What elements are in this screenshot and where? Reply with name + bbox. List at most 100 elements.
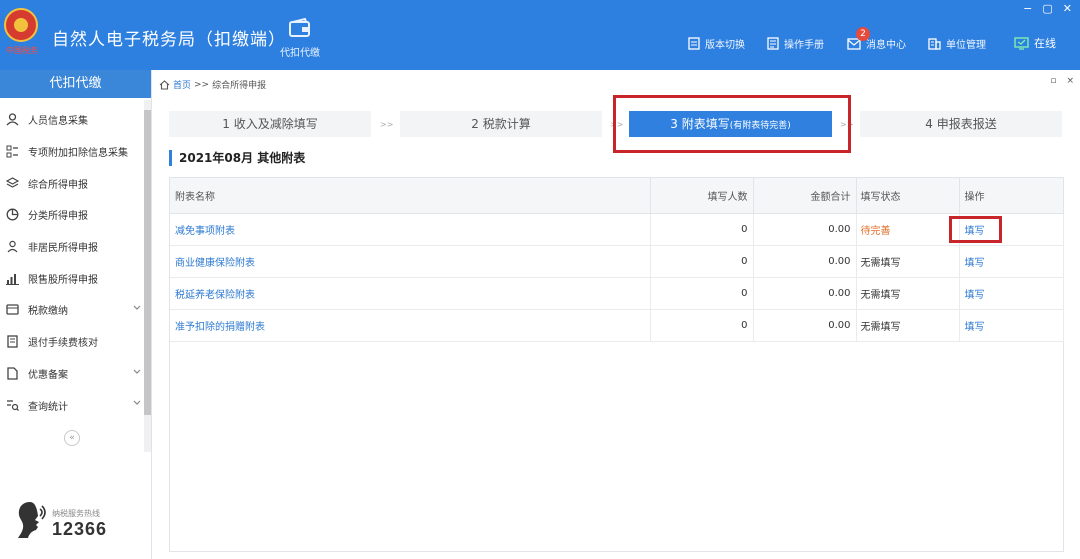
sidebar-item-label: 税款缴纳 (28, 306, 68, 318)
highlight-box-fill (949, 216, 1002, 243)
scrollbar-thumb[interactable] (144, 110, 151, 415)
hotline: 纳税服务热线 12366 (14, 500, 107, 540)
sidebar-item-label: 分类所得申报 (28, 211, 88, 223)
manual-icon (767, 37, 779, 50)
amount-total: 0.00 (753, 213, 857, 246)
step-label: 4 申报表报送 (925, 117, 997, 131)
fill-status: 无需填写 (856, 277, 960, 310)
attachment-name[interactable]: 准予扣除的捐赠附表 (170, 309, 651, 342)
sidebar-item-label: 限售股所得申报 (28, 274, 98, 286)
breadcrumb-home-link[interactable]: 首页 (173, 78, 191, 91)
sidebar-item-preferential-filing[interactable]: 优惠备案 (0, 358, 151, 390)
fill-count: 0 (650, 277, 754, 310)
breadcrumb-separator: >> (194, 79, 210, 90)
sidebar-item-label: 退付手续费核对 (28, 338, 98, 350)
table-row: 税延养老保险附表 0 0.00 无需填写 填写 (170, 277, 1064, 310)
sidebar-item-label: 综合所得申报 (28, 179, 88, 191)
collapse-sidebar-button[interactable]: « (64, 430, 80, 446)
version-switch-button[interactable]: 版本切换 (688, 36, 745, 51)
emblem-caption: 中国税务 (6, 46, 38, 55)
chevron-down-icon (133, 369, 141, 374)
sidebar-item-label: 非居民所得申报 (28, 243, 98, 255)
column-header: 附表名称 (170, 178, 651, 214)
table-row: 减免事项附表 0 0.00 待完善 填写 (170, 213, 1064, 246)
chevron-down-icon (133, 305, 141, 310)
sidebar-item-comprehensive-income[interactable]: 综合所得申报 (0, 167, 151, 199)
highlight-box-step (613, 95, 851, 153)
version-switch-label: 版本切换 (705, 40, 745, 51)
app-title: 自然人电子税务局（扣缴端） (52, 30, 286, 50)
sidebar-item-query-stats[interactable]: 查询统计 (0, 389, 151, 421)
sidebar-item-fee-reconcile[interactable]: 退付手续费核对 (0, 326, 151, 358)
section-title: 2021年08月 其他附表 (169, 150, 305, 166)
column-header: 填写人数 (650, 178, 754, 214)
breadcrumb: 首页 >> 综合所得申报 (159, 78, 266, 91)
attachment-name[interactable]: 税延养老保险附表 (170, 277, 651, 310)
wallet-icon (289, 18, 310, 37)
step-2-tax-calc[interactable]: 2 税款计算 (400, 111, 602, 137)
fill-button[interactable]: 填写 (965, 290, 985, 301)
step-label: 1 收入及减除填写 (222, 117, 318, 131)
sidebar-item-nonresident-income[interactable]: 非居民所得申报 (0, 231, 151, 263)
attachment-name[interactable]: 商业健康保险附表 (170, 245, 651, 278)
breadcrumb-current: 综合所得申报 (212, 81, 267, 91)
unit-manage-button[interactable]: 单位管理 (928, 36, 986, 51)
online-icon (1014, 36, 1029, 50)
sidebar-item-label: 人员信息采集 (28, 116, 88, 128)
daikou-module-button[interactable]: 代扣代缴 (274, 18, 326, 59)
pie-icon (6, 208, 19, 221)
home-icon (159, 79, 170, 90)
sidebar-item-restricted-shares[interactable]: 限售股所得申报 (0, 262, 151, 294)
fill-count: 0 (650, 245, 754, 278)
main-content: 首页 >> 综合所得申报 ▫ × 1 收入及减除填写 >> 2 税款计算 >> … (153, 70, 1080, 559)
sidebar-item-tax-payment[interactable]: 税款缴纳 (0, 294, 151, 326)
manual-button[interactable]: 操作手册 (767, 36, 824, 51)
sidebar: 代扣代缴 人员信息采集 专项附加扣除信息采集 综合所得申报 分类所得申报 非居民… (0, 70, 152, 559)
fill-button[interactable]: 填写 (965, 322, 985, 333)
sidebar-item-label: 查询统计 (28, 401, 68, 413)
sidebar-item-classified-income[interactable]: 分类所得申报 (0, 199, 151, 231)
maximize-icon[interactable]: ▢ (1042, 2, 1052, 15)
step-1-income[interactable]: 1 收入及减除填写 (169, 111, 371, 137)
sidebar-scrollbar[interactable] (144, 100, 151, 452)
message-center-label: 消息中心 (866, 40, 906, 51)
message-badge: 2 (856, 26, 870, 41)
online-status-button[interactable]: 在线 (1014, 35, 1056, 51)
restore-tab-icon[interactable]: ▫ (1050, 76, 1056, 86)
table-row: 准予扣除的捐赠附表 0 0.00 无需填写 填写 (170, 309, 1064, 342)
table-row: 商业健康保险附表 0 0.00 无需填写 填写 (170, 245, 1064, 278)
step-label: 2 税款计算 (471, 117, 531, 131)
column-header: 填写状态 (856, 178, 960, 214)
list-icon (6, 145, 18, 158)
tab-controls: ▫ × (1050, 76, 1074, 86)
version-switch-icon (688, 37, 700, 50)
sidebar-item-special-deduction[interactable]: 专项附加扣除信息采集 (0, 136, 151, 168)
document-icon (7, 335, 18, 348)
minimize-icon[interactable]: − (1023, 2, 1032, 15)
amount-total: 0.00 (753, 309, 857, 342)
window-controls: − ▢ ✕ (1023, 2, 1072, 15)
attachment-name[interactable]: 减免事项附表 (170, 213, 651, 246)
message-center-button[interactable]: 2 消息中心 (847, 26, 906, 51)
sidebar-item-person-info[interactable]: 人员信息采集 (0, 104, 151, 136)
sidebar-item-label: 专项附加扣除信息采集 (28, 148, 128, 160)
chevron-down-icon (133, 400, 141, 406)
fill-status: 无需填写 (856, 245, 960, 278)
fill-button[interactable]: 填写 (965, 258, 985, 269)
phone-icon (18, 502, 46, 538)
fill-status: 无需填写 (856, 309, 960, 342)
fill-count: 0 (650, 309, 754, 342)
table-header-row: 附表名称 填写人数 金额合计 填写状态 操作 (170, 178, 1064, 214)
hotline-label: 纳税服务热线 (52, 509, 100, 518)
close-icon[interactable]: ✕ (1063, 2, 1072, 15)
amount-total: 0.00 (753, 277, 857, 310)
attachments-table: 附表名称 填写人数 金额合计 填写状态 操作 减免事项附表 0 0.00 待完善… (169, 177, 1064, 552)
online-status-label: 在线 (1034, 37, 1056, 50)
amount-total: 0.00 (753, 245, 857, 278)
close-tab-icon[interactable]: × (1066, 76, 1074, 86)
step-4-submit[interactable]: 4 申报表报送 (860, 111, 1062, 137)
fill-status: 待完善 (856, 213, 960, 246)
unit-manage-icon (928, 38, 941, 50)
unit-manage-label: 单位管理 (946, 40, 986, 51)
column-header: 操作 (959, 178, 1064, 214)
